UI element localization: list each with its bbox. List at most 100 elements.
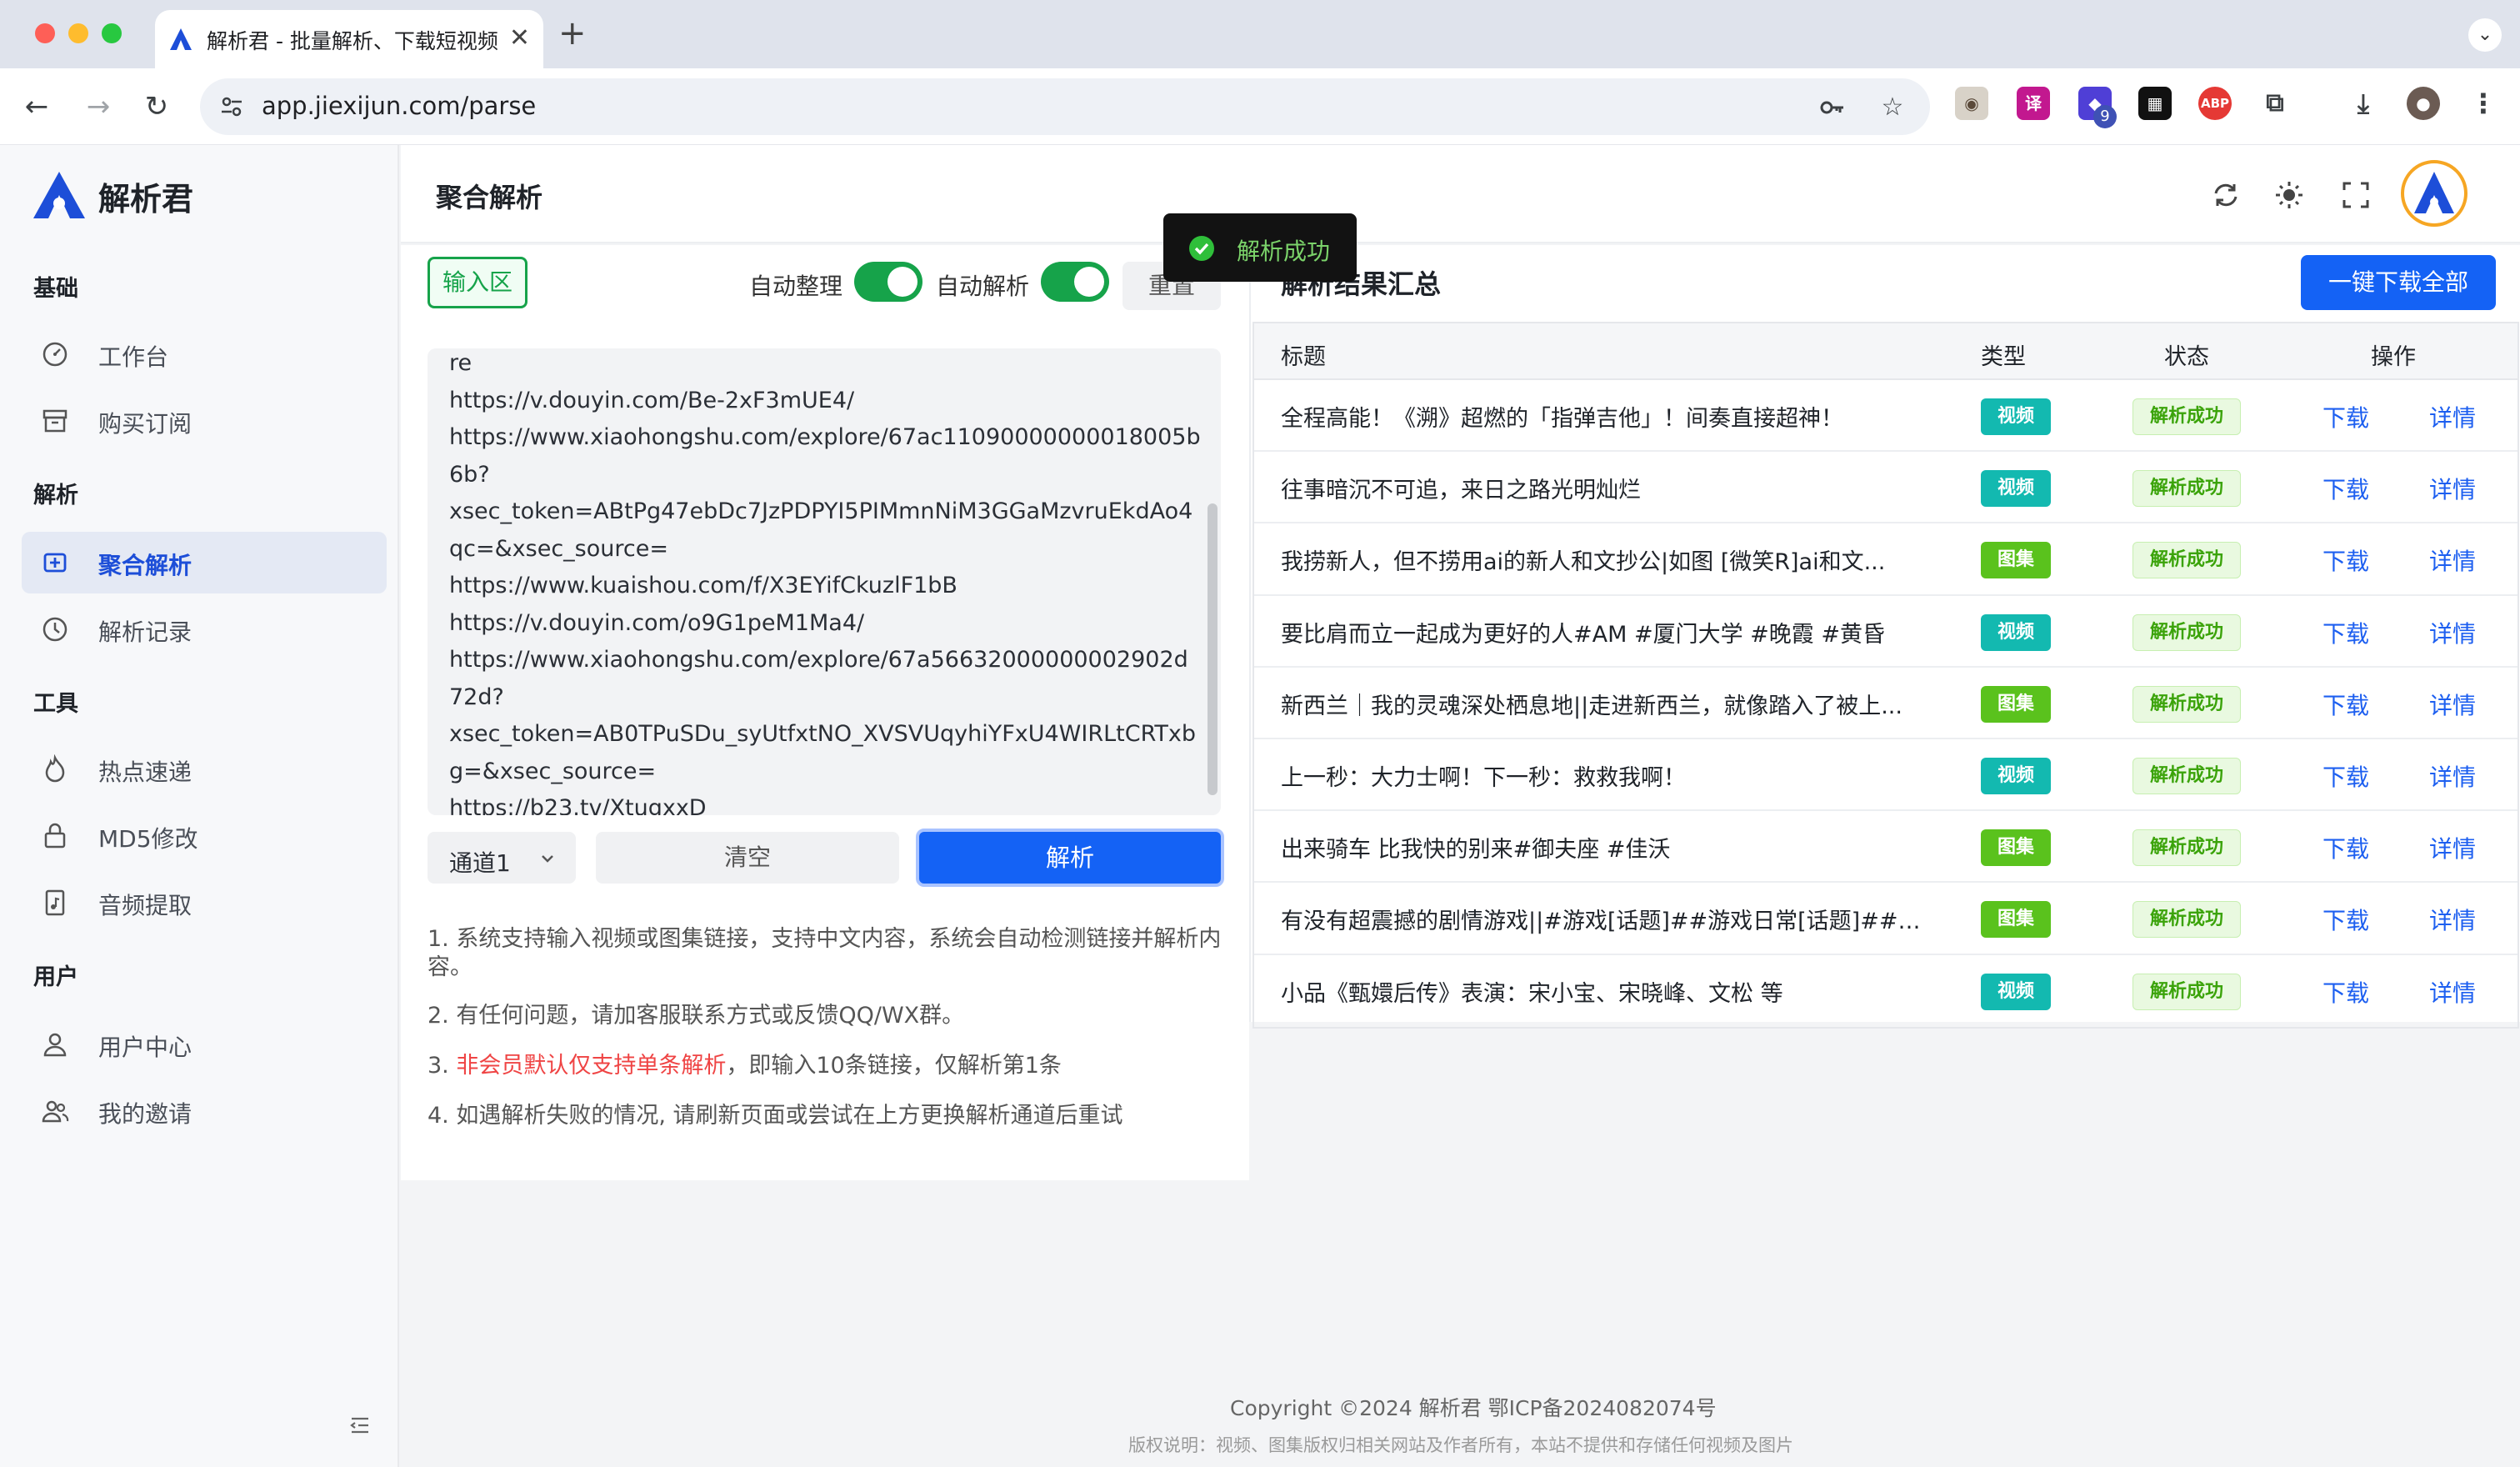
sidebar-item-md5[interactable]: MD5修改 [22, 805, 387, 867]
table-header: 标题 类型 状态 操作 [1254, 323, 2518, 380]
row-download-link[interactable]: 下载 [2322, 975, 2369, 1009]
download-icon[interactable]: ⤓ [2347, 87, 2380, 120]
row-download-link[interactable]: 下载 [2322, 616, 2369, 649]
back-arrow-icon[interactable]: ← [18, 88, 55, 125]
type-badge: 视频 [1981, 973, 2051, 1010]
tip-item: 2. 有任何问题，请加客服联系方式或反馈QQ/WX群。 [428, 1003, 965, 1029]
row-download-link[interactable]: 下载 [2322, 543, 2369, 577]
dashboard-icon [42, 342, 68, 367]
sidebar-item-subscription[interactable]: 购买订阅 [22, 390, 387, 452]
sidebar-item-label: 用户中心 [98, 1034, 192, 1061]
row-download-link[interactable]: 下载 [2322, 688, 2369, 721]
sidebar-item-label: 音频提取 [98, 892, 192, 919]
row-detail-link[interactable]: 详情 [2429, 975, 2476, 1009]
clear-button[interactable]: 清空 [596, 832, 899, 884]
address-bar[interactable]: app.jiexijun.com/parse ☆ [200, 78, 1930, 135]
browser-tab-active[interactable]: 解析君 - 批量解析、下载短视频 ✕ [155, 10, 543, 68]
auto-parse-toggle[interactable] [1041, 262, 1109, 302]
row-download-link[interactable]: 下载 [2322, 400, 2369, 433]
links-textarea[interactable]: re https://v.douyin.com/Be-2xF3mUE4/https… [428, 348, 1221, 815]
window-zoom-button[interactable] [102, 23, 122, 43]
sidebar-item-hot-news[interactable]: 热点速递 [22, 739, 387, 800]
site-settings-icon[interactable] [218, 93, 245, 120]
row-detail-link[interactable]: 详情 [2429, 472, 2476, 505]
reload-icon[interactable]: ↻ [138, 88, 175, 125]
status-badge: 解析成功 [2132, 757, 2241, 794]
type-badge: 视频 [1981, 757, 2051, 794]
table-row: 往事暗沉不可追，来日之路光明灿烂 视频 解析成功 下载 详情 [1254, 452, 2518, 524]
adblock-extension-icon[interactable]: ABP [2198, 87, 2232, 120]
tip-prefix: 3. [428, 1053, 457, 1079]
sidebar-item-parse-history[interactable]: 解析记录 [22, 598, 387, 660]
forward-arrow-icon[interactable]: → [80, 88, 117, 125]
tab-close-icon[interactable]: ✕ [509, 23, 530, 53]
textarea-line: https://www.xiaohongshu.com/explore/67ac… [449, 424, 1201, 450]
textarea-scrollbar[interactable] [1208, 503, 1218, 795]
check-circle-icon [1189, 236, 1214, 261]
row-title: 小品《甄嬛后传》表演：宋小宝、宋晓峰、文松 等 [1281, 980, 1783, 1007]
sidebar-item-user-center[interactable]: 用户中心 [22, 1014, 387, 1075]
sidebar-item-label: 聚合解析 [98, 552, 192, 579]
puzzle-extension-icon[interactable]: ⧉ [2258, 87, 2292, 120]
row-detail-link[interactable]: 详情 [2429, 831, 2476, 864]
row-title: 往事暗沉不可追，来日之路光明灿烂 [1281, 478, 1641, 504]
sidebar-item-audio-extract[interactable]: 音频提取 [22, 872, 387, 934]
row-detail-link[interactable]: 详情 [2429, 688, 2476, 721]
channel-select[interactable]: 通道1 [428, 832, 576, 884]
auto-format-toggle[interactable] [854, 262, 922, 302]
bookmark-star-icon[interactable]: ☆ [1878, 93, 1907, 122]
row-detail-link[interactable]: 详情 [2429, 903, 2476, 936]
table-row: 要比肩而立一起成为更好的人#AM #厦门大学 #晚霞 #黄昏 视频 解析成功 下载 详情 [1254, 596, 2518, 668]
sidebar-item-workbench[interactable]: 工作台 [22, 323, 387, 385]
status-badge: 解析成功 [2132, 470, 2241, 508]
input-panel: 输入区 自动整理 自动解析 重置 re https://v.douyin.com/… [401, 245, 1249, 1180]
extension-badge-count: 9 [2093, 105, 2117, 128]
window-close-button[interactable] [35, 23, 55, 43]
textarea-content: re https://v.douyin.com/Be-2xF3mUE4/https… [449, 348, 1201, 815]
sidebar-collapse-icon[interactable] [348, 1414, 372, 1437]
new-tab-button[interactable]: + [558, 15, 587, 52]
channel-select-value: 通道1 [449, 849, 511, 877]
row-detail-link[interactable]: 详情 [2429, 400, 2476, 433]
parse-button[interactable]: 解析 [916, 829, 1224, 887]
column-header-actions: 操作 [2371, 344, 2416, 370]
music-file-icon [45, 889, 65, 916]
theme-sun-icon[interactable] [2272, 178, 2306, 212]
profile-avatar-icon[interactable]: ● [2407, 87, 2440, 120]
browser-menu-icon[interactable]: ⋮ [2467, 87, 2500, 120]
textarea-line: https://www.kuaishou.com/f/X3EYifCkuzlF1… [449, 573, 958, 598]
row-title: 出来骑车 比我快的别来#御夫座 #佳沃 [1281, 837, 1671, 864]
table-row: 有没有超震撼的剧情游戏||#游戏[话题]##游戏日常[话题]##st... 图集 解… [1254, 883, 2518, 955]
browser-toolbar: ← → ↻ app.jiexijun.com/parse ☆ ◉ 译 ◆ 9 ▦… [0, 68, 2520, 145]
row-detail-link[interactable]: 详情 [2429, 543, 2476, 577]
fullscreen-icon[interactable] [2339, 178, 2372, 212]
textarea-line: 72d? [449, 683, 504, 710]
chevron-down-icon [542, 855, 553, 863]
reader-extension-icon[interactable]: ◉ [1955, 87, 1988, 120]
download-all-button[interactable]: 一键下载全部 [2301, 255, 2496, 310]
url-text[interactable]: app.jiexijun.com/parse [262, 92, 536, 120]
tab-search-chevron-icon[interactable]: ⌄ [2468, 18, 2502, 52]
row-download-link[interactable]: 下载 [2322, 831, 2369, 864]
row-title: 新西兰｜我的灵魂深处栖息地||走进新西兰，就像踏入了被上... [1281, 693, 1902, 719]
toast-message: 解析成功 [1237, 238, 1331, 265]
row-download-link[interactable]: 下载 [2322, 472, 2369, 505]
translate-extension-icon[interactable]: 译 [2017, 87, 2050, 120]
row-detail-link[interactable]: 详情 [2429, 759, 2476, 793]
textarea-line: 6b? [449, 461, 490, 488]
password-key-icon[interactable] [1818, 93, 1847, 122]
refresh-icon[interactable] [2209, 178, 2242, 212]
row-download-link[interactable]: 下载 [2322, 903, 2369, 936]
textarea-line: g=&xsec_source= [449, 758, 657, 784]
row-detail-link[interactable]: 详情 [2429, 616, 2476, 649]
user-avatar[interactable] [2401, 160, 2468, 227]
success-toast: 解析成功 [1163, 213, 1357, 282]
sidebar-item-label: MD5修改 [98, 825, 198, 853]
grid-extension-icon[interactable]: ▦ [2138, 87, 2172, 120]
nav-section-title: 解析 [33, 483, 78, 508]
row-download-link[interactable]: 下载 [2322, 759, 2369, 793]
window-minimize-button[interactable] [68, 23, 88, 43]
sidebar-item-aggregate-parse[interactable]: 聚合解析 [22, 532, 387, 593]
textarea-line: https://v.douyin.com/Be-2xF3mUE4/ [449, 387, 855, 413]
sidebar-item-invitations[interactable]: 我的邀请 [22, 1080, 387, 1142]
